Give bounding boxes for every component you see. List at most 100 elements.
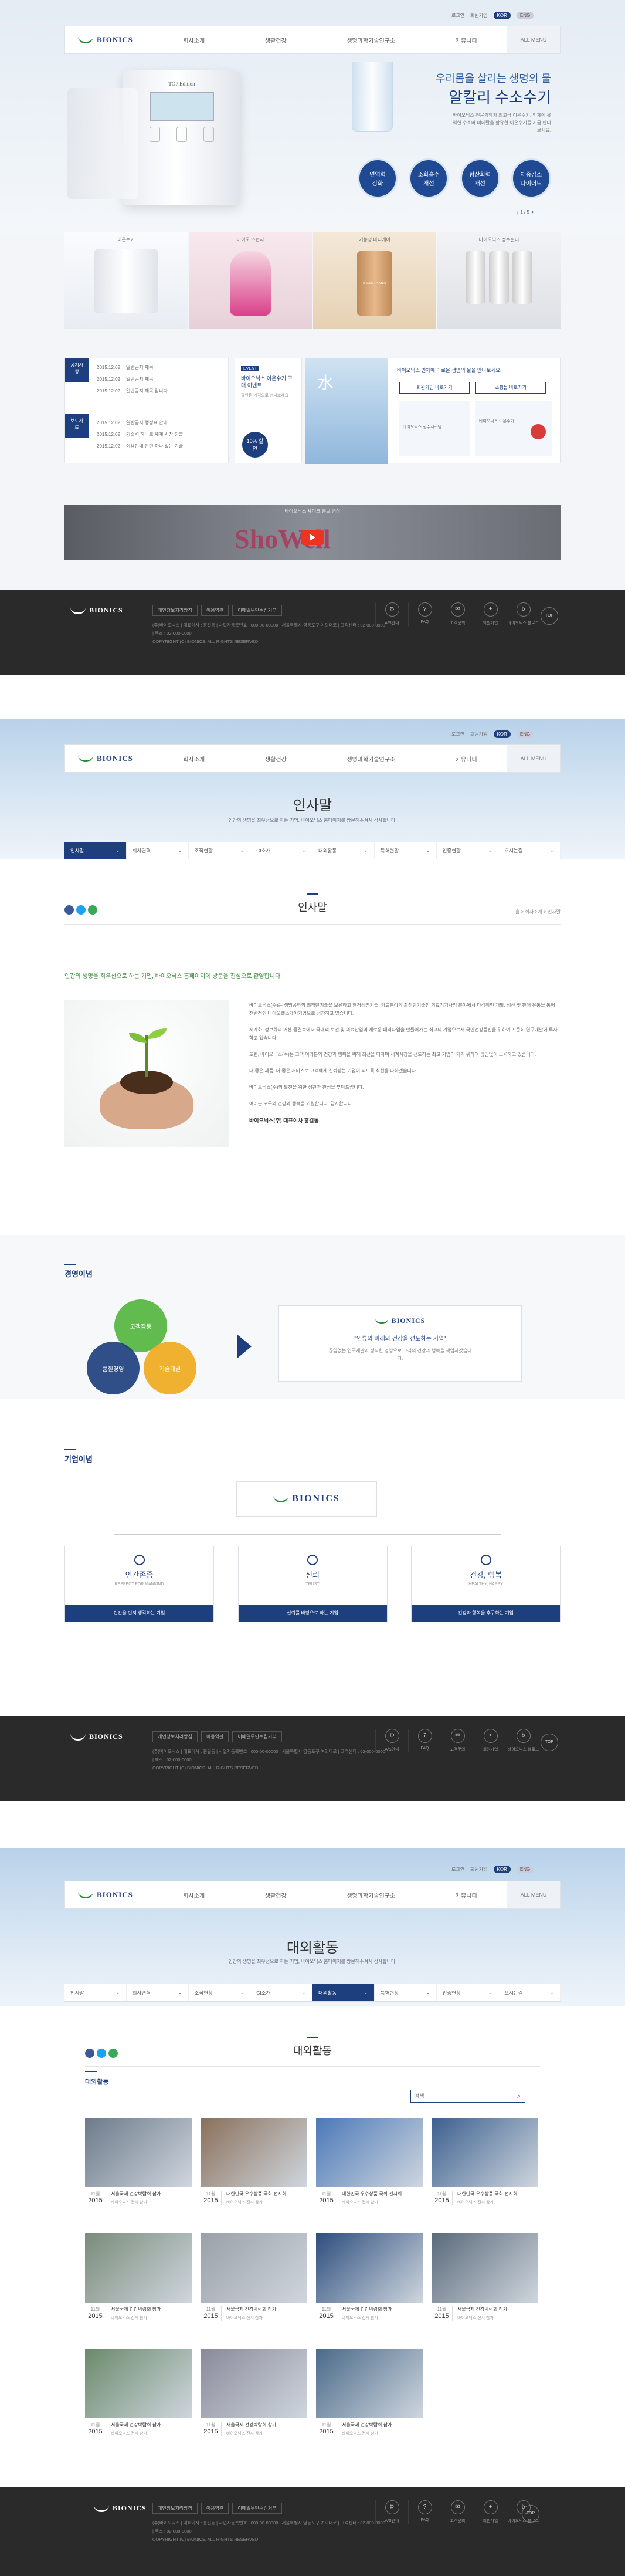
press-row[interactable]: 2015.12.02 일반공지 행정표 안내	[97, 417, 223, 429]
activity-card[interactable]: 11월 2015 대한민국 우수상품 국회 전시회 바이오닉스 전시 참가	[316, 2118, 423, 2220]
activity-card[interactable]: 11월 2015 서울국제 건강박람회 참가 바이오닉스 전시 참가	[201, 2233, 307, 2336]
quick-inquiry-icon[interactable]: ✉ 고객문의	[441, 602, 474, 626]
hero-badge[interactable]: 항산화력 개선	[460, 158, 500, 198]
gnb-item[interactable]: 생활건강	[265, 36, 287, 45]
activity-card[interactable]: 11월 2015 서울국제 건강박람회 참가 바이오닉스 전시 참가	[85, 2349, 192, 2452]
hero-badge[interactable]: 소화흡수 개선	[409, 158, 449, 198]
activity-photo[interactable]	[85, 2118, 192, 2187]
prev-arrow-icon[interactable]: ‹	[516, 209, 518, 215]
lnb-item[interactable]: 인사말 ⌄	[64, 842, 127, 859]
activity-photo[interactable]	[316, 2233, 423, 2303]
activity-title[interactable]: 서울국제 건강박람회 참가	[342, 2422, 423, 2429]
activity-photo[interactable]	[432, 2118, 538, 2187]
footer-logo[interactable]: BIONICS	[70, 606, 123, 615]
lang-kor[interactable]: KOR	[493, 12, 511, 19]
footer-link[interactable]: 개인정보처리방침	[152, 605, 198, 616]
lang-eng[interactable]: ENG	[516, 12, 534, 19]
footer-link[interactable]: 이용약관	[201, 605, 229, 616]
activity-title[interactable]: 서울국제 건강박람회 참가	[111, 2191, 192, 2198]
play-button-icon[interactable]	[301, 530, 324, 545]
top-button[interactable]: TOP	[541, 1734, 558, 1751]
quick-as-icon[interactable]: ⚙ A/S안내	[375, 602, 408, 626]
ideal-card-button[interactable]: 신뢰를 바탕으로 하는 기업	[238, 1605, 387, 1622]
activity-title[interactable]: 서울국제 건강박람회 참가	[111, 2422, 192, 2429]
all-menu-button[interactable]: ALL MENU	[507, 745, 560, 772]
lnb-item[interactable]: CI소개 ⌄	[250, 842, 312, 859]
activity-card[interactable]: 11월 2015 서울국제 건강박람회 참가 바이오닉스 전시 참가	[432, 2233, 538, 2336]
activity-card[interactable]: 11월 2015 대한민국 우수상품 국회 전시회 바이오닉스 전시 참가	[201, 2118, 307, 2220]
activity-card[interactable]: 11월 2015 서울국제 건강박람회 참가 바이오닉스 전시 참가	[201, 2349, 307, 2452]
notice-row[interactable]: 2015.12.02 일반공지 제목 입니다	[97, 385, 223, 397]
video-banner[interactable]: 바이오닉스 셰이크 홍보 영상 ShoWell	[64, 505, 561, 560]
login-link[interactable]: 로그인	[451, 12, 464, 19]
press-row[interactable]: 2015.12.02 이용안내 관련 하나 있는 기술	[97, 441, 223, 452]
shop-button[interactable]: 쇼핑몰 바로가기	[475, 382, 546, 394]
press-label[interactable]: 보도자료	[65, 414, 89, 438]
activity-photo[interactable]	[85, 2233, 192, 2303]
activity-title[interactable]: 서울국제 건강박람회 참가	[111, 2306, 192, 2313]
lnb-item[interactable]: 인증현황 ⌄	[437, 842, 499, 859]
activity-title[interactable]: 대한민국 우수상품 국회 전시회	[342, 2191, 423, 2198]
all-menu-button[interactable]: ALL MENU	[507, 26, 560, 53]
activity-card[interactable]: 11월 2015 서울국제 건강박람회 참가 바이오닉스 전시 참가	[316, 2233, 423, 2336]
footer-logo[interactable]: BIONICS	[70, 1732, 123, 1741]
logo[interactable]: BIONICS	[65, 1890, 153, 1900]
logo[interactable]: BIONICS	[65, 754, 153, 763]
product-card-body[interactable]: 기능성 바디케어 BEAUTAMIN	[313, 232, 436, 329]
ideal-card-button[interactable]: 건강과 행복을 추구하는 기업	[412, 1605, 560, 1622]
press-row[interactable]: 2015.12.02 기술력 하나로 세계 시장 진출	[97, 429, 223, 441]
quick-faq-icon[interactable]: ? FAQ	[408, 602, 441, 626]
lnb-item-active[interactable]: 대외활동 ⌄	[312, 1984, 375, 2001]
all-menu-button[interactable]: ALL MENU	[507, 1881, 560, 1908]
member-join-button[interactable]: 회원가입 바로가기	[399, 382, 470, 394]
activity-title[interactable]: 서울국제 건강박람회 참가	[342, 2306, 423, 2313]
activity-card[interactable]: 11월 2015 대한민국 우수상품 국회 전시회 바이오닉스 전시 참가	[432, 2118, 538, 2220]
activity-title[interactable]: 대한민국 우수상품 국회 전시회	[457, 2191, 538, 2198]
footer-logo[interactable]: BIONICS	[94, 2504, 147, 2513]
notice-label[interactable]: 공지사항	[65, 358, 89, 382]
footer-link[interactable]: 이메일무단수집거부	[232, 605, 282, 616]
activity-photo[interactable]	[316, 2118, 423, 2187]
activity-card[interactable]: 11월 2015 서울국제 건강박람회 참가 바이오닉스 전시 참가	[85, 2118, 192, 2220]
quick-join-icon[interactable]: + 회원가입	[474, 602, 507, 626]
next-arrow-icon[interactable]: ›	[532, 209, 534, 215]
lnb-item[interactable]: 오시는길 ⌄	[498, 842, 561, 859]
ideal-title: 기업이념	[64, 1455, 93, 1464]
notice-list: 2015.12.02 일반공지 제목 2015.12.02 일반공지 제목 2015…	[97, 362, 223, 397]
search-input[interactable]	[411, 2090, 513, 2102]
activity-photo[interactable]	[201, 2233, 307, 2303]
activity-title[interactable]: 서울국제 건강박람회 참가	[226, 2422, 307, 2429]
lnb-item[interactable]: 회사연혁 ⌄	[127, 842, 189, 859]
join-link[interactable]: 회원가입	[470, 12, 487, 19]
product-card-sponge[interactable]: 바이오 스펀지	[189, 232, 312, 329]
lnb-item[interactable]: 조직현황 ⌄	[189, 842, 251, 859]
lnb-item[interactable]: 대외활동 ⌄	[312, 842, 375, 859]
notice-row[interactable]: 2015.12.02 일반공지 제목	[97, 362, 223, 374]
activity-title[interactable]: 대한민국 우수상품 국회 전시회	[226, 2191, 307, 2198]
activity-photo[interactable]	[85, 2349, 192, 2418]
logo[interactable]: BIONICS	[65, 35, 153, 45]
activity-photo[interactable]	[316, 2349, 423, 2418]
product-card-filter[interactable]: 바이오닉스 정수필터	[437, 232, 561, 329]
hero-badge[interactable]: 면역력 강화	[358, 158, 398, 198]
ideal-card-button[interactable]: 인간을 먼저 생각하는 기업	[65, 1605, 213, 1622]
top-button[interactable]: TOP	[522, 2505, 539, 2523]
activity-card[interactable]: 11월 2015 서울국제 건강박람회 참가 바이오닉스 전시 참가	[316, 2349, 423, 2452]
activity-title[interactable]: 서울국제 건강박람회 참가	[226, 2306, 307, 2313]
quick-blog-icon[interactable]: b 바이오닉스 블로그	[507, 602, 539, 626]
event-box[interactable]: EVENT 바이오닉스 이온수기 구매 이벤트 할인된 가격으로 만나보세요 1…	[235, 358, 302, 463]
activity-photo[interactable]	[201, 2118, 307, 2187]
activity-title[interactable]: 서울국제 건강박람회 참가	[457, 2306, 538, 2313]
activity-photo[interactable]	[432, 2233, 538, 2303]
gnb-item[interactable]: 커뮤니티	[456, 36, 477, 45]
search-icon[interactable]: ⌕	[513, 2093, 525, 2100]
product-card-ionizer[interactable]: 이온수기	[64, 232, 188, 329]
activity-card[interactable]: 11월 2015 서울국제 건강박람회 참가 바이오닉스 전시 참가	[85, 2233, 192, 2336]
gnb-item[interactable]: 생명과학기술연구소	[347, 36, 395, 45]
top-button[interactable]: TOP	[541, 607, 558, 625]
gnb-item[interactable]: 회사소개	[183, 36, 205, 45]
lnb-item[interactable]: 특허현황 ⌄	[375, 842, 437, 859]
hero-badge[interactable]: 체중감소 다이어트	[511, 158, 551, 198]
activity-photo[interactable]	[201, 2349, 307, 2418]
notice-row[interactable]: 2015.12.02 일반공지 제목	[97, 374, 223, 385]
